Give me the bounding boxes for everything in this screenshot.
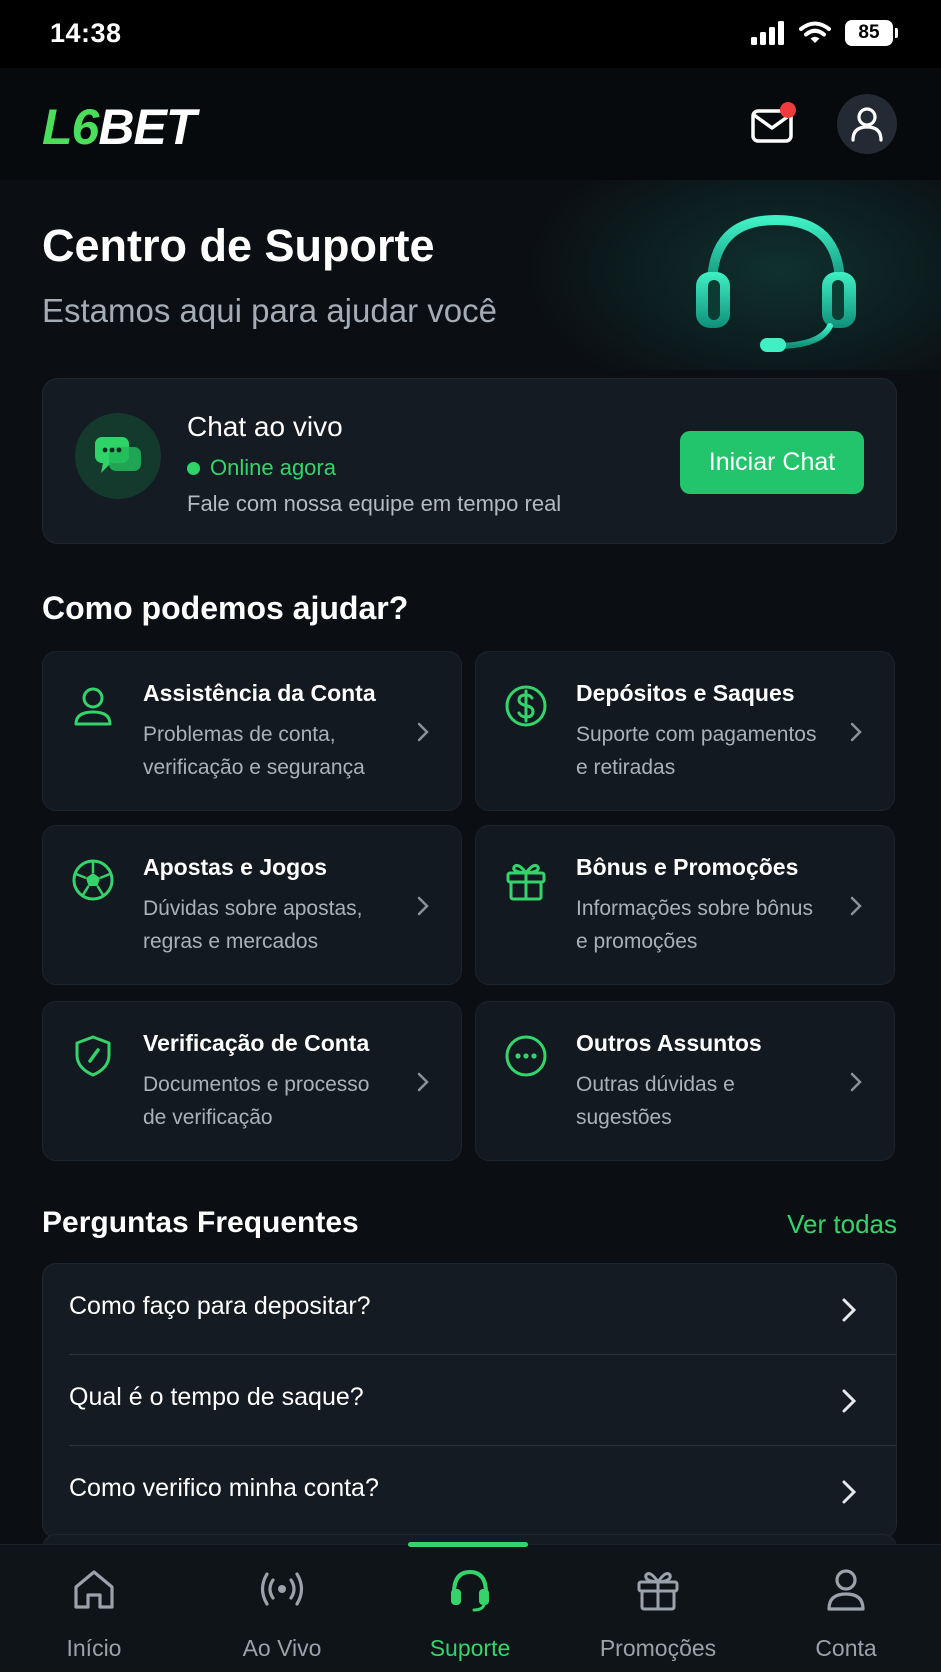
category-description: Outras dúvidas e sugestões	[576, 1068, 826, 1134]
category-account-assistance[interactable]: Assistência da Conta Problemas de conta,…	[42, 651, 462, 811]
nav-promotions[interactable]: Promoções	[564, 1545, 752, 1672]
gift-icon	[637, 1572, 679, 1611]
soccer-ball-icon	[72, 859, 114, 901]
signal-icon	[751, 21, 784, 45]
category-description-line: Dúvidas sobre apostas,	[143, 897, 363, 920]
faq-question: Qual é o tempo de saque?	[69, 1383, 364, 1411]
online-status: Online agora	[187, 455, 336, 481]
chevron-right-icon	[850, 896, 862, 916]
category-description-line: Outras dúvidas e	[576, 1073, 735, 1096]
category-title: Bônus e Promoções	[576, 854, 799, 880]
nav-label: Início	[66, 1635, 122, 1661]
bottom-navigation: Início Ao Vivo Suporte Promoções Conta	[0, 1542, 941, 1672]
user-icon	[851, 107, 883, 142]
category-title: Verificação de Conta	[143, 1030, 370, 1056]
category-description-line: regras e mercados	[143, 930, 319, 953]
profile-button[interactable]	[837, 94, 897, 154]
headset-illustration-icon	[696, 214, 856, 352]
messages-button[interactable]	[746, 100, 798, 152]
chevron-right-icon	[842, 1389, 857, 1413]
gift-icon	[506, 864, 546, 901]
nav-account[interactable]: Conta	[752, 1545, 940, 1672]
category-description: Documentos e processo de verificação	[143, 1068, 393, 1134]
logo-accent: L6	[42, 99, 99, 155]
faq-item[interactable]: Qual é o tempo de saque?	[43, 1355, 896, 1445]
home-icon	[74, 1570, 114, 1609]
faq-view-all-link[interactable]: Ver todas	[787, 1209, 897, 1240]
page-title: Centro de Suporte	[42, 220, 435, 271]
category-description-line: de verificação	[143, 1106, 273, 1129]
chat-title: Chat ao vivo	[187, 411, 343, 442]
category-description: Informações sobre bônus e promoções	[576, 892, 826, 958]
wifi-icon	[799, 21, 831, 43]
live-chat-card: Chat ao vivo Online agora Fale com nossa…	[42, 378, 897, 544]
faq-item[interactable]: Como faço para depositar?	[43, 1264, 896, 1354]
category-account-verification[interactable]: Verificação de Conta Documentos e proces…	[42, 1001, 462, 1161]
nav-label: Conta	[815, 1635, 877, 1661]
category-title: Assistência da Conta	[143, 680, 376, 706]
category-description: Dúvidas sobre apostas, regras e mercados	[143, 892, 393, 958]
category-bonus-promotions[interactable]: Bônus e Promoções Informações sobre bônu…	[475, 825, 895, 985]
nav-support[interactable]: Suporte	[376, 1545, 564, 1672]
start-chat-button[interactable]: Iniciar Chat	[680, 431, 864, 494]
category-description: Problemas de conta, verificação e segura…	[143, 718, 393, 784]
brand-logo[interactable]: L6BET	[42, 98, 196, 156]
battery-indicator: 85	[845, 20, 898, 46]
notification-dot	[780, 102, 796, 118]
status-time: 14:38	[50, 18, 122, 48]
help-section-title: Como podemos ajudar?	[42, 590, 409, 626]
hero-section: Centro de Suporte Estamos aqui para ajud…	[0, 180, 941, 370]
shield-icon	[75, 1035, 111, 1077]
faq-question: Como verifico minha conta?	[69, 1474, 379, 1502]
dollar-icon	[505, 685, 547, 727]
chevron-right-icon	[842, 1480, 857, 1504]
status-bar: 14:38 85	[0, 0, 941, 68]
online-status-text: Online agora	[210, 455, 336, 480]
faq-question: Como faço para depositar?	[69, 1292, 371, 1320]
user-icon	[74, 687, 112, 726]
category-title: Apostas e Jogos	[143, 854, 328, 880]
nav-label: Ao Vivo	[242, 1635, 322, 1661]
status-indicators: 85	[751, 20, 898, 46]
category-description-line: e promoções	[576, 930, 698, 953]
category-bets-games[interactable]: Apostas e Jogos Dúvidas sobre apostas, r…	[42, 825, 462, 985]
chevron-right-icon	[850, 722, 862, 742]
nav-label: Suporte	[429, 1635, 511, 1661]
chevron-right-icon	[850, 1072, 862, 1092]
faq-item[interactable]: Como verifico minha conta?	[43, 1446, 896, 1536]
chat-bubble-icon	[75, 413, 161, 499]
category-deposits-withdrawals[interactable]: Depósitos e Saques Suporte com pagamento…	[475, 651, 895, 811]
user-icon	[827, 1569, 865, 1611]
category-description: Suporte com pagamentos e retiradas	[576, 718, 826, 784]
category-description-line: sugestões	[576, 1106, 672, 1129]
support-center-screen: 14:38 85 L6BET Centro de Suporte Estamos…	[0, 0, 941, 1672]
page-subtitle: Estamos aqui para ajudar você	[42, 292, 497, 329]
live-broadcast-icon	[260, 1572, 304, 1606]
category-description-line: verificação e segurança	[143, 756, 365, 779]
chevron-right-icon	[417, 722, 429, 742]
nav-home[interactable]: Início	[0, 1545, 188, 1672]
category-title: Outros Assuntos	[576, 1030, 762, 1056]
headset-icon	[451, 1569, 489, 1612]
more-icon	[505, 1035, 547, 1077]
category-description-line: e retiradas	[576, 756, 676, 779]
logo-main: BET	[98, 99, 196, 155]
category-description-line: Documentos e processo	[143, 1073, 370, 1096]
faq-section-title: Perguntas Frequentes	[42, 1206, 359, 1239]
chat-description: Fale com nossa equipe em tempo real	[187, 491, 562, 516]
nav-live[interactable]: Ao Vivo	[188, 1545, 376, 1672]
category-description-line: Problemas de conta,	[143, 723, 336, 746]
category-description-line: Suporte com pagamentos	[576, 723, 817, 746]
category-title: Depósitos e Saques	[576, 680, 795, 706]
chat-icon	[95, 437, 141, 473]
nav-label: Promoções	[599, 1635, 717, 1661]
app-header: L6BET	[0, 68, 941, 180]
faq-list: Como faço para depositar? Qual é o tempo…	[42, 1263, 897, 1538]
chevron-right-icon	[842, 1298, 857, 1322]
category-other-topics[interactable]: Outros Assuntos Outras dúvidas e sugestõ…	[475, 1001, 895, 1161]
chevron-right-icon	[417, 1072, 429, 1092]
online-dot	[187, 461, 200, 475]
chevron-right-icon	[417, 896, 429, 916]
category-description-line: Informações sobre bônus	[576, 897, 813, 920]
